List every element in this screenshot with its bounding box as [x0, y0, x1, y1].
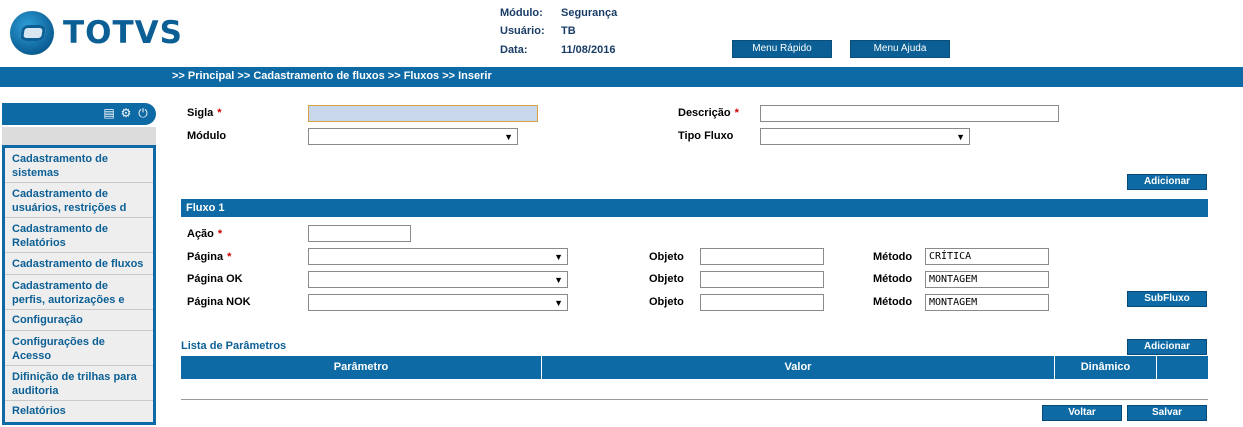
pagina-select[interactable]: ▼: [308, 248, 568, 265]
descricao-label: Descrição *: [678, 107, 739, 119]
sidebar-spacer: [2, 127, 156, 145]
sidebar-item-label: Configuração: [12, 314, 83, 326]
required-mark: *: [217, 107, 222, 119]
objeto-nok-label: Objeto: [649, 296, 684, 308]
chevron-down-icon: ▼: [554, 275, 563, 285]
menu-rapido-button[interactable]: Menu Rápido: [732, 40, 832, 58]
required-mark: *: [217, 228, 223, 240]
sidebar-item-label: Cadastramento de: [12, 188, 108, 200]
sidebar-menu: Cadastramento de sistemas Cadastramento …: [2, 145, 156, 425]
chevron-down-icon: ▼: [554, 298, 563, 308]
metodo-label: Método: [873, 251, 913, 263]
metodo-ok-input[interactable]: MONTAGEM: [925, 271, 1049, 288]
sigla-input[interactable]: [308, 105, 538, 122]
column-header-parametro: Parâmetro: [181, 356, 542, 379]
sidebar-item-fluxos[interactable]: Cadastramento de fluxos: [5, 253, 153, 275]
document-icon[interactable]: ▤: [102, 106, 116, 120]
descricao-input[interactable]: [760, 105, 1059, 122]
sidebar-item-label: Cadastramento de: [12, 280, 108, 292]
sidebar-item-configuracoes-acesso[interactable]: Configurações de Acesso: [5, 331, 153, 366]
adicionar-fluxo-button[interactable]: Adicionar: [1127, 174, 1207, 190]
modulo-label: Módulo:: [500, 7, 543, 19]
sigla-label: Sigla *: [187, 107, 222, 119]
sidebar-item-label: Difinição de trilhas para: [12, 371, 137, 383]
subfluxo-button[interactable]: SubFluxo: [1127, 291, 1207, 307]
sidebar-item-perfis[interactable]: Cadastramento de perfis, autorizações e: [5, 275, 153, 310]
sidebar-item-label: auditoria: [12, 385, 59, 397]
totvs-logo-icon: [10, 11, 54, 55]
sidebar-item-label: Acesso: [12, 350, 52, 362]
sidebar-item-label: usuários, restrições d: [12, 202, 127, 214]
tipo-fluxo-label: Tipo Fluxo: [678, 130, 734, 142]
fluxo-title: Fluxo 1: [186, 202, 225, 214]
salvar-button[interactable]: Salvar: [1127, 405, 1207, 421]
metodo-input[interactable]: CRÍTICA: [925, 248, 1049, 265]
chevron-down-icon: ▼: [554, 252, 563, 262]
sidebar-item-label: Relatórios: [12, 405, 66, 417]
sidebar-item-label: perfis, autorizações e: [12, 294, 125, 306]
acao-label-text: Ação: [187, 228, 214, 240]
voltar-button[interactable]: Voltar: [1042, 405, 1122, 421]
sidebar-item-sistemas[interactable]: Cadastramento de sistemas: [5, 148, 153, 183]
pagina-nok-select[interactable]: ▼: [308, 294, 568, 311]
sidebar-item-usuarios[interactable]: Cadastramento de usuários, restrições d: [5, 183, 153, 218]
breadcrumb-bar: >> Principal >> Cadastramento de fluxos …: [0, 67, 1243, 87]
modulo-value: Segurança: [561, 7, 618, 19]
fluxo-section-header: Fluxo 1: [181, 199, 1208, 217]
required-mark: *: [227, 251, 232, 263]
sidebar-item-relatorios[interactable]: Relatórios: [5, 401, 153, 422]
metodo-nok-input[interactable]: MONTAGEM: [925, 294, 1049, 311]
sidebar-item-label: Cadastramento de fluxos: [12, 258, 144, 270]
required-mark: *: [734, 107, 739, 119]
column-header-valor: Valor: [542, 356, 1055, 379]
acao-label: Ação *: [187, 228, 222, 240]
parametros-table-header: Parâmetro Valor Dinâmico: [181, 356, 1208, 379]
sidebar-item-label: Configurações de: [12, 336, 105, 348]
chevron-down-icon: ▼: [504, 132, 513, 142]
chevron-down-icon: ▼: [956, 132, 965, 142]
pagina-label-text: Página: [187, 251, 224, 263]
pagina-ok-label: Página OK: [187, 273, 243, 285]
usuario-value: TB: [561, 25, 576, 37]
sigla-label-text: Sigla: [187, 107, 214, 119]
sidebar-item-relatorios-cadastro[interactable]: Cadastramento de Relatórios: [5, 218, 153, 253]
objeto-nok-input[interactable]: [700, 294, 824, 311]
descricao-label-text: Descrição: [678, 107, 731, 119]
objeto-ok-input[interactable]: [700, 271, 824, 288]
pagina-label: Página *: [187, 251, 231, 263]
divider: [181, 399, 1208, 400]
sidebar-item-label: sistemas: [12, 167, 60, 179]
adicionar-parametro-button[interactable]: Adicionar: [1127, 339, 1207, 355]
column-header-dinamico: Dinâmico: [1055, 356, 1157, 379]
menu-ajuda-button[interactable]: Menu Ajuda: [850, 40, 950, 58]
objeto-label: Objeto: [649, 251, 684, 263]
objeto-ok-label: Objeto: [649, 273, 684, 285]
pagina-nok-label: Página NOK: [187, 296, 251, 308]
sidebar-item-label: Cadastramento de: [12, 223, 108, 235]
sidebar-toolbar: ▤ ⚙ ⏻: [2, 103, 156, 125]
metodo-nok-label: Método: [873, 296, 913, 308]
objeto-input[interactable]: [700, 248, 824, 265]
power-icon[interactable]: ⏻: [136, 106, 150, 120]
sidebar-item-label: Cadastramento de: [12, 153, 108, 165]
lista-parametros-title: Lista de Parâmetros: [181, 340, 287, 352]
logo-text: TOTVS: [63, 15, 183, 51]
modulo-select[interactable]: ▼: [308, 128, 518, 145]
tipo-fluxo-select[interactable]: ▼: [760, 128, 970, 145]
data-label: Data:: [500, 44, 528, 56]
sidebar: ▤ ⚙ ⏻ Cadastramento de sistemas Cadastra…: [0, 103, 157, 427]
modulo-field-label: Módulo: [187, 130, 227, 142]
sidebar-item-label: Relatórios: [12, 237, 66, 249]
usuario-label: Usuário:: [500, 25, 545, 37]
sidebar-item-trilhas-auditoria[interactable]: Difinição de trilhas para auditoria: [5, 366, 153, 401]
gear-icon[interactable]: ⚙: [119, 106, 133, 120]
sidebar-item-configuracao[interactable]: Configuração: [5, 310, 153, 331]
data-value: 11/08/2016: [561, 44, 616, 56]
metodo-ok-label: Método: [873, 273, 913, 285]
breadcrumb: >> Principal >> Cadastramento de fluxos …: [172, 70, 492, 82]
totvs-logo: TOTVS: [10, 11, 182, 55]
pagina-ok-select[interactable]: ▼: [308, 271, 568, 288]
acao-input[interactable]: [308, 225, 411, 242]
